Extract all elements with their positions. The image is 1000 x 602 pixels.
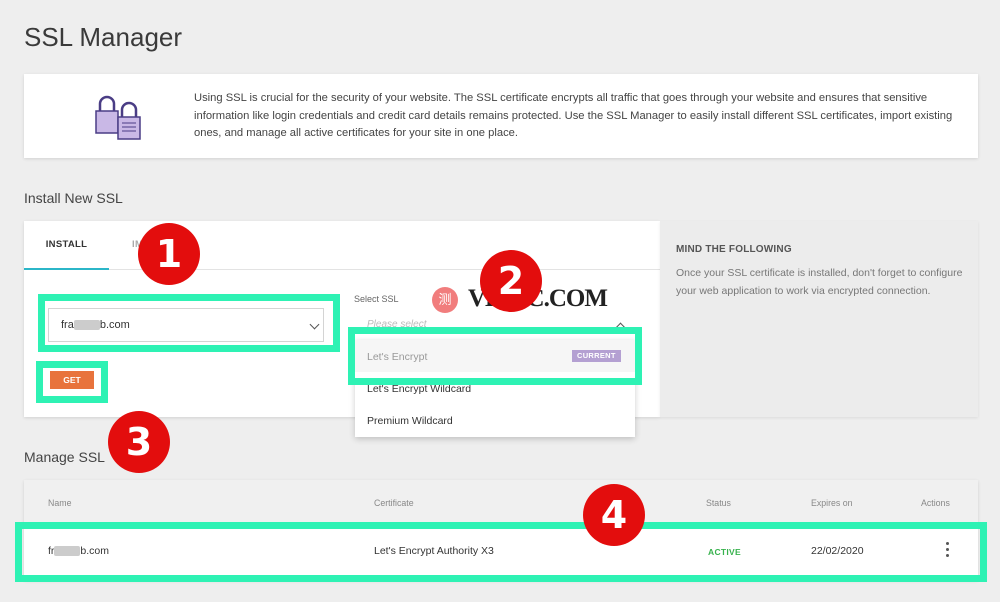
mind-title: MIND THE FOLLOWING <box>676 244 792 255</box>
info-card: Using SSL is crucial for the security of… <box>24 74 978 158</box>
table-header: Name Certificate Status Expires on Actio… <box>24 480 978 526</box>
callout-1: 1 <box>138 223 200 285</box>
dropdown-option-premium-wildcard[interactable]: Premium Wildcard <box>367 415 453 427</box>
dropdown-option-wildcard[interactable]: Let's Encrypt Wildcard <box>367 383 471 395</box>
blurred-text <box>73 320 100 331</box>
col-name: Name <box>48 498 72 508</box>
select-ssl-label: Select SSL <box>354 294 399 304</box>
chevron-down-icon <box>309 319 320 330</box>
get-button[interactable]: GET <box>50 371 94 389</box>
ssl-select[interactable]: Please select <box>355 308 635 343</box>
install-section-title: Install New SSL <box>24 190 123 206</box>
blurred-text <box>54 546 81 557</box>
callout-2: 2 <box>480 250 542 312</box>
padlocks-icon <box>95 95 141 140</box>
domain-select[interactable]: fra b.com <box>48 308 324 342</box>
more-actions-icon[interactable] <box>944 542 952 558</box>
info-text: Using SSL is crucial for the security of… <box>194 92 953 139</box>
mind-text: Once your SSL certificate is installed, … <box>676 267 963 297</box>
ssl-table: Name Certificate Status Expires on Actio… <box>24 480 978 580</box>
row-name: fr b.com <box>48 545 110 557</box>
domain-value: fra b.com <box>61 319 130 331</box>
status-badge: ACTIVE <box>708 547 741 557</box>
watermark-glyph: 测 <box>432 287 458 313</box>
tab-install[interactable]: INSTALL <box>24 221 109 270</box>
row-certificate: Let's Encrypt Authority X3 <box>374 545 494 557</box>
callout-4: 4 <box>583 484 645 546</box>
ssl-select-placeholder: Please select <box>367 319 427 330</box>
option-label: Let's Encrypt <box>367 351 428 363</box>
col-actions: Actions <box>921 498 950 508</box>
page-title: SSL Manager <box>24 22 183 52</box>
dropdown-option-current[interactable]: Let's Encrypt CURRENT <box>355 340 635 372</box>
install-tabs: INSTALL IMPORT <box>24 221 660 270</box>
col-expires: Expires on <box>811 498 853 508</box>
manage-section-title: Manage SSL <box>24 449 105 465</box>
ssl-dropdown: Let's Encrypt CURRENT Let's Encrypt Wild… <box>355 340 635 437</box>
row-expires: 22/02/2020 <box>811 545 864 557</box>
current-badge: CURRENT <box>572 350 621 362</box>
col-status: Status <box>706 498 731 508</box>
callout-3: 3 <box>108 411 170 473</box>
chevron-up-icon <box>615 322 626 333</box>
col-certificate: Certificate <box>374 498 414 508</box>
